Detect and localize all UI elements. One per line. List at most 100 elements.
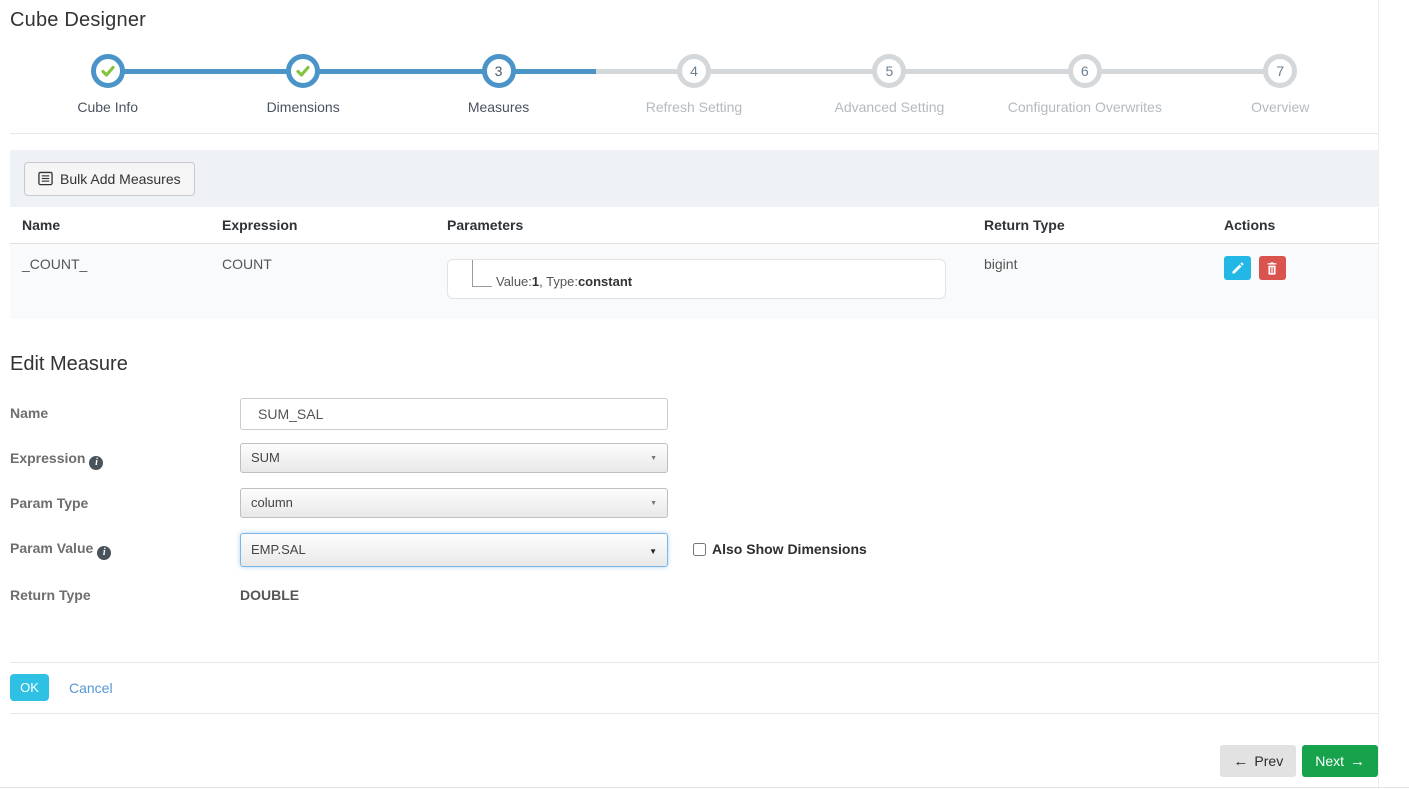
stepper-step-overview[interactable]: 7 Overview (1182, 47, 1378, 115)
chevron-down-icon: ▼ (650, 500, 657, 507)
step-circle-2 (286, 54, 321, 88)
step-circle-6: 6 (1067, 54, 1102, 88)
return-type-label: Return Type (10, 587, 91, 603)
measure-name-input[interactable] (240, 398, 668, 430)
ok-button[interactable]: OK (10, 674, 49, 701)
stepper-step-refresh-setting[interactable]: 4 Refresh Setting (596, 47, 792, 115)
check-icon (296, 65, 310, 77)
step-label: Advanced Setting (834, 99, 945, 115)
measures-toolbar: Bulk Add Measures (10, 150, 1378, 207)
name-field-row: Name (10, 398, 1378, 430)
expression-field-row: Expression i SUM ▼ (10, 443, 1378, 475)
also-show-dimensions-label: Also Show Dimensions (712, 541, 867, 557)
next-button[interactable]: Next → (1302, 745, 1378, 777)
measure-name-cell: _COUNT_ (22, 256, 88, 272)
delete-measure-button[interactable] (1258, 256, 1286, 280)
param-value-label: Value: (496, 274, 532, 289)
cube-designer-page: Cube Designer Cube Info Dimensions 3 Mea… (0, 0, 1409, 789)
content-right-edge (1378, 0, 1379, 789)
step-number: 5 (885, 63, 894, 79)
parameters-box: Value:1, Type:constant (447, 259, 946, 299)
stepper-step-dimensions[interactable]: Dimensions (205, 47, 401, 115)
stepper-step-cube-info[interactable]: Cube Info (10, 47, 206, 115)
step-circle-7: 7 (1263, 54, 1298, 88)
param-type-select[interactable]: column ▼ (240, 488, 668, 518)
edit-measure-actions: OK Cancel (10, 662, 1378, 714)
list-alt-icon (38, 171, 53, 186)
name-label: Name (10, 405, 49, 421)
param-value-field-row: Param Value i EMP.SAL ▼ Also Show Dimensi… (10, 533, 1378, 567)
info-icon[interactable]: i (97, 545, 112, 560)
measure-expression-cell: COUNT (222, 256, 272, 272)
expression-select[interactable]: SUM ▼ (240, 443, 668, 473)
column-header-parameters: Parameters (447, 217, 524, 233)
stepper-step-advanced-setting[interactable]: 5 Advanced Setting (791, 47, 988, 115)
edit-measure-button[interactable] (1224, 256, 1251, 280)
edit-measure-form: Name Expressioni SUM ▼ Param Type column… (10, 398, 1378, 612)
wizard-navigation: ← Prev Next → (1220, 745, 1378, 777)
param-type-label: , Type: (539, 274, 578, 289)
page-title: Cube Designer (10, 9, 147, 31)
column-header-return-type: Return Type (984, 217, 1065, 233)
measures-table-header: Name Expression Parameters Return Type A… (10, 207, 1378, 244)
check-icon (101, 65, 115, 77)
tree-branch-line (472, 260, 492, 287)
stepper-step-measures[interactable]: 3 Measures (400, 47, 597, 115)
pencil-icon (1232, 261, 1244, 274)
column-header-expression: Expression (222, 217, 298, 233)
step-circle-1 (90, 54, 125, 88)
step-number: 4 (690, 63, 698, 79)
step-label: Cube Info (77, 99, 139, 115)
expression-label: Expression i (10, 443, 240, 470)
chevron-down-icon: ▼ (649, 547, 657, 556)
return-type-field-row: Return Type DOUBLE (10, 580, 1378, 612)
column-header-name: Name (22, 217, 61, 233)
step-label: Overview (1251, 99, 1310, 115)
param-type: constant (577, 274, 633, 289)
arrow-right-icon: → (1350, 752, 1365, 770)
step-circle-4: 4 (676, 54, 711, 88)
step-circle-3: 3 (481, 54, 516, 88)
param-type-label: Param Type (10, 495, 89, 511)
bulk-add-measures-label: Bulk Add Measures (60, 170, 181, 187)
column-header-actions: Actions (1224, 217, 1276, 233)
param-type-field-row: Param Type column ▼ (10, 488, 1378, 520)
step-label: Refresh Setting (645, 99, 743, 115)
param-type-selected-value: column (251, 495, 293, 510)
step-number: 3 (494, 63, 503, 79)
measure-parameters-cell: Value:1, Type:constant (435, 244, 972, 319)
step-circle-5: 5 (872, 54, 907, 88)
stepper-divider (10, 133, 1378, 134)
arrow-left-icon: ← (1233, 752, 1249, 770)
param-value-label-text: Param Value (10, 540, 94, 556)
step-number: 6 (1080, 63, 1089, 79)
cancel-link[interactable]: Cancel (69, 680, 113, 696)
prev-button-label: Prev (1254, 753, 1284, 769)
param-value-label: Param Value i (10, 533, 240, 560)
param-value-select[interactable]: EMP.SAL ▼ (240, 533, 668, 567)
trash-icon (1267, 261, 1277, 275)
step-label: Dimensions (266, 99, 340, 115)
measure-actions-cell (1212, 244, 1378, 319)
bottom-divider (0, 787, 1409, 788)
edit-measure-heading: Edit Measure (10, 353, 128, 375)
next-button-label: Next (1315, 753, 1344, 769)
step-label: Measures (467, 99, 530, 115)
bulk-add-measures-button[interactable]: Bulk Add Measures (24, 161, 195, 196)
expression-label-text: Expression (10, 450, 86, 466)
step-label: Configuration Overwrites (1007, 99, 1162, 115)
also-show-dimensions-group: Also Show Dimensions (693, 533, 867, 557)
param-value-selected-value: EMP.SAL (251, 542, 306, 557)
expression-selected-value: SUM (251, 450, 280, 465)
measure-return-type-cell: bigint (984, 256, 1018, 272)
info-icon[interactable]: i (89, 455, 104, 470)
return-type-value: DOUBLE (240, 587, 300, 603)
step-number: 7 (1276, 63, 1285, 79)
also-show-dimensions-checkbox[interactable] (693, 542, 706, 556)
wizard-stepper: Cube Info Dimensions 3 Measures 4 Refres… (10, 47, 1378, 115)
prev-button[interactable]: ← Prev (1220, 745, 1297, 777)
parameter-value-text: Value:1, Type:constant (496, 274, 632, 289)
measure-table-row: _COUNT_ COUNT Value:1, Type:constant big… (10, 244, 1378, 319)
stepper-step-configuration-overwrites[interactable]: 6 Configuration Overwrites (987, 47, 1183, 115)
chevron-down-icon: ▼ (650, 455, 657, 462)
